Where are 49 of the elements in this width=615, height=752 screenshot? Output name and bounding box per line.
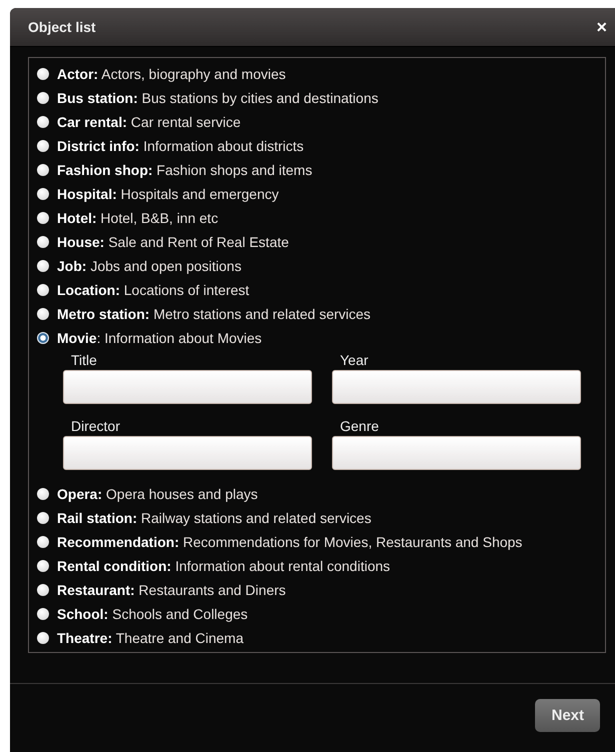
radio-button[interactable] (37, 140, 49, 152)
option-label[interactable]: Movie: Information about Movies (57, 330, 262, 346)
option-label[interactable]: Recommendation: Recommendations for Movies, Restaurants and Shops (57, 534, 522, 550)
option-label[interactable]: Job: Jobs and open positions (57, 258, 242, 274)
radio-button[interactable] (37, 188, 49, 200)
radio-button[interactable] (37, 308, 49, 320)
radio-button[interactable] (37, 512, 49, 524)
option-label[interactable]: Opera: Opera houses and plays (57, 486, 258, 502)
radio-button[interactable] (37, 116, 49, 128)
option-label[interactable]: District info: Information about districts (57, 138, 304, 154)
option-label[interactable]: Rail station: Railway stations and related services (57, 510, 372, 526)
option-label[interactable]: Bus station: Bus stations by cities and destinations (57, 90, 378, 106)
radio-button[interactable] (37, 164, 49, 176)
field-label: Year (339, 352, 370, 368)
radio-button[interactable] (37, 92, 49, 104)
input-field[interactable] (63, 436, 312, 470)
window-title: Object list (28, 19, 96, 35)
radio-button[interactable] (37, 260, 49, 272)
input-field[interactable] (332, 370, 581, 404)
radio-button[interactable] (37, 560, 49, 572)
option-label[interactable]: Restaurant: Restaurants and Diners (57, 582, 286, 598)
radio-button[interactable] (37, 332, 49, 344)
input-field[interactable] (332, 436, 581, 470)
option-label[interactable]: Fashion shop: Fashion shops and items (57, 162, 312, 178)
option-label[interactable]: Car rental: Car rental service (57, 114, 241, 130)
radio-button[interactable] (37, 632, 49, 644)
radio-button[interactable] (37, 212, 49, 224)
field-label: Director (70, 418, 122, 434)
field-label: Title (70, 352, 98, 368)
option-label[interactable]: School: Schools and Colleges (57, 606, 248, 622)
option-label[interactable]: Theatre: Theatre and Cinema (57, 630, 244, 646)
radio-button[interactable] (37, 488, 49, 500)
option-label[interactable]: Metro station: Metro stations and related services (57, 306, 371, 322)
radio-button[interactable] (37, 584, 49, 596)
input-field[interactable] (63, 370, 312, 404)
option-label[interactable]: Actor: Actors, biography and movies (57, 66, 286, 82)
option-label[interactable]: Rental condition: Information about rental conditions (57, 558, 390, 574)
radio-button[interactable] (37, 608, 49, 620)
close-button[interactable]: × (596, 16, 607, 38)
option-label[interactable]: House: Sale and Rent of Real Estate (57, 234, 289, 250)
radio-button[interactable] (37, 536, 49, 548)
field-label: Genre (339, 418, 380, 434)
option-label[interactable]: Hospital: Hospitals and emergency (57, 186, 279, 202)
radio-button[interactable] (37, 284, 49, 296)
radio-button[interactable] (37, 236, 49, 248)
radio-button[interactable] (37, 68, 49, 80)
next-button[interactable]: Next (535, 698, 600, 732)
option-label[interactable]: Location: Locations of interest (57, 282, 250, 298)
option-label[interactable]: Hotel: Hotel, B&B, inn etc (57, 210, 218, 226)
